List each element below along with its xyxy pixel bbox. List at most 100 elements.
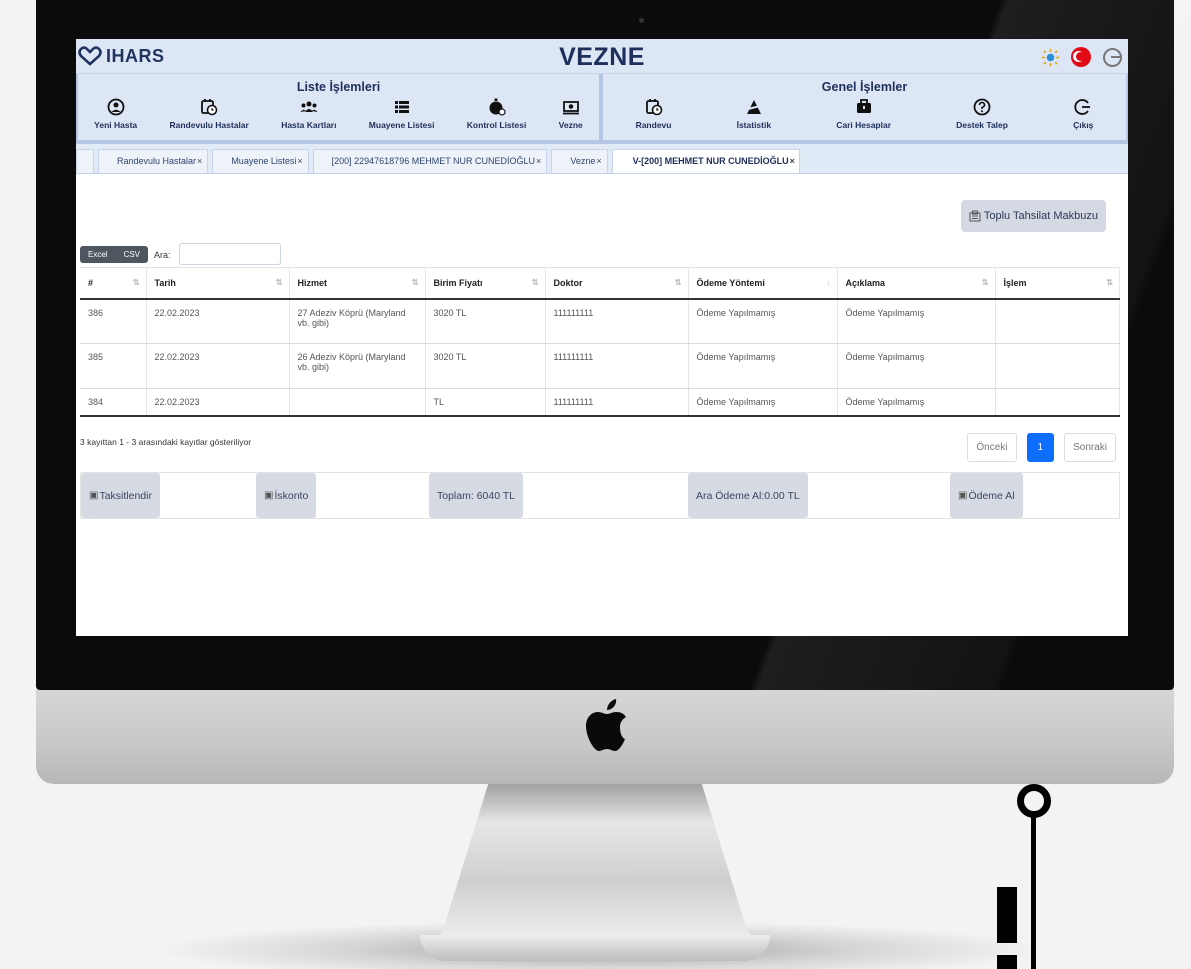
table-cell (289, 388, 426, 417)
tab-label: Randevulu Hastalar (117, 156, 197, 166)
column-header[interactable]: Tarih ⇅ (146, 267, 290, 300)
page-title: VEZNE (559, 43, 645, 71)
menu-item-label: İstatistik (736, 120, 772, 130)
search-input[interactable] (179, 243, 281, 265)
calendar-clock-icon (201, 99, 218, 116)
table-cell: 111111111 (545, 388, 689, 417)
table-info: 3 kayıttan 1 - 3 arasındaki kayıtlar gös… (80, 437, 252, 447)
tab-bar: Randevulu Hastalar× Muayene Listesi× [20… (76, 144, 1128, 174)
column-header[interactable]: Ödeme Yöntemi ↓ (688, 267, 838, 300)
table-cell: Ödeme Yapılmamış (837, 343, 996, 389)
menu-item-destek-talep[interactable]: Destek Talep (956, 98, 1008, 130)
question-icon (973, 98, 991, 116)
menu-item-vezne[interactable]: Vezne (559, 98, 583, 130)
prev-page-button[interactable]: Önceki (967, 433, 1017, 462)
sort-icon: ⇅ (411, 278, 419, 287)
logout-icon (1074, 99, 1091, 115)
tab-label: [200] 22947618796 MEHMET NUR CUNEDİOĞLU (331, 156, 536, 166)
sort-icon: ⇅ (674, 278, 682, 287)
table-cell: 22.02.2023 (146, 298, 290, 344)
tab-muayene-listesi[interactable]: Muayene Listesi× (212, 149, 309, 173)
table-cell: 385 (80, 343, 147, 389)
decor-line (1031, 808, 1036, 969)
receipt-icon: ▣ (958, 490, 968, 501)
close-icon[interactable]: × (536, 156, 541, 166)
sort-icon: ⇅ (132, 278, 140, 287)
menu-item-muayene-listesi[interactable]: Muayene Listesi (369, 98, 434, 130)
list-icon (394, 101, 409, 113)
close-icon[interactable]: × (297, 156, 302, 166)
menu-bar: Liste İşlemleri Yeni Hasta Randevulu Has… (76, 74, 1128, 144)
tab-label: V-[200] MEHMET NUR CUNEDİOĞLU (632, 156, 789, 166)
table-row[interactable]: 385 22.02.2023 26 Adeziv Köprü (Maryland… (80, 343, 1120, 389)
column-header-label: Tarih (154, 277, 176, 288)
menu-item-kontrol-listesi[interactable]: Kontrol Listesi (467, 98, 526, 130)
table-cell: 386 (80, 298, 147, 344)
table-cell: Ödeme Yapılmamış (837, 298, 996, 344)
menu-item-randevulu-hastalar[interactable]: Randevulu Hastalar (169, 98, 249, 130)
toplam-label: Toplam: 6040 TL (437, 489, 516, 502)
iskonto-button[interactable]: ▣ İskonto (256, 473, 317, 518)
tab-patient-record[interactable]: [200] 22947618796 MEHMET NUR CUNEDİOĞLU× (312, 149, 548, 173)
table-cell: 27 Adeziv Köprü (Maryland vb. gibi) (289, 298, 426, 344)
column-header[interactable]: Hizmet ⇅ (289, 267, 426, 300)
menu-item-label: Hasta Kartları (281, 120, 337, 130)
menu-item-cikis[interactable]: Çıkış (1073, 98, 1093, 130)
top-icons (1042, 47, 1122, 67)
app-logo[interactable]: IHARS (78, 46, 165, 67)
close-icon[interactable]: × (596, 156, 601, 166)
menu-group-title: Genel İşlemler (821, 80, 908, 94)
ara-odeme-button[interactable]: Ara Ödeme Al:0.00 TL (688, 473, 808, 518)
column-header[interactable]: İşlem ⇅ (995, 267, 1120, 300)
menu-item-randevu[interactable]: Randevu (636, 98, 671, 130)
payments-table: # ⇅ Tarih ⇅ Hizmet ⇅ Birim Fiyatı ⇅ Doktor ⇅ … (80, 267, 1120, 417)
menu-item-hasta-kartlari[interactable]: Hasta Kartları (281, 98, 336, 130)
table-cell (995, 298, 1120, 344)
close-icon[interactable]: × (790, 156, 795, 166)
toplu-tahsilat-button[interactable]: Toplu Tahsilat Makbuzu (960, 200, 1106, 232)
menu-group-liste: Liste İşlemleri Yeni Hasta Randevulu Has… (76, 74, 601, 142)
apple-logo-icon (586, 699, 626, 751)
menu-item-cari-hesaplar[interactable]: Cari Hesaplar (836, 98, 891, 130)
odeme-al-label: Ödeme Al (968, 489, 1015, 502)
top-bar: IHARS VEZNE (76, 39, 1128, 74)
logout-icon[interactable] (1103, 47, 1122, 67)
ara-odeme-label: Ara Ödeme Al:0.00 TL (696, 489, 800, 502)
sort-icon: ⇅ (1106, 278, 1113, 287)
menu-item-label: Vezne (558, 120, 583, 130)
tab-vezne[interactable]: Vezne× (551, 149, 608, 173)
table-cell: 384 (80, 388, 147, 417)
column-header[interactable]: Açıklama ⇅ (837, 267, 996, 300)
theme-sun-icon[interactable] (1042, 48, 1059, 66)
column-header-label: İşlem (1003, 277, 1027, 288)
taksitlendir-button[interactable]: ▣ Taksitlendir (81, 473, 160, 518)
column-header[interactable]: Birim Fiyatı ⇅ (425, 267, 546, 300)
odeme-al-button[interactable]: ▣ Ödeme Al (950, 473, 1023, 518)
table-cell: 3020 TL (425, 298, 546, 344)
csv-export-button[interactable]: CSV (115, 246, 149, 263)
table-cell: 3020 TL (425, 343, 546, 389)
current-page-button[interactable]: 1 (1026, 433, 1055, 462)
sort-icon: ⇅ (275, 278, 283, 287)
decor-dot (997, 955, 1017, 969)
stopwatch-icon (489, 98, 506, 116)
column-header[interactable]: Doktor ⇅ (545, 267, 689, 300)
users-icon (300, 101, 318, 112)
calendar-clock-icon (645, 99, 662, 116)
receipt-icon: ▣ (264, 490, 274, 501)
tab-vezne-patient[interactable]: V-[200] MEHMET NUR CUNEDİOĞLU× (611, 149, 800, 173)
excel-export-button[interactable]: Excel (80, 246, 116, 263)
turkish-flag-icon[interactable] (1071, 47, 1091, 67)
receipt-icon: ▣ (89, 490, 99, 501)
close-icon[interactable]: × (197, 156, 202, 166)
menu-item-yeni-hasta[interactable]: Yeni Hasta (94, 98, 137, 130)
table-header-row: # ⇅ Tarih ⇅ Hizmet ⇅ Birim Fiyatı ⇅ Doktor ⇅ … (80, 267, 1120, 300)
menu-item-istatistik[interactable]: İstatistik (736, 98, 772, 130)
table-row[interactable]: 384 22.02.2023 TL 111111111 Ödeme Yapılm… (80, 388, 1120, 417)
monitor-stand-base (420, 935, 770, 961)
tab-hidden[interactable] (76, 149, 94, 173)
table-row[interactable]: 386 22.02.2023 27 Adeziv Köprü (Maryland… (80, 298, 1120, 344)
next-page-button[interactable]: Sonraki (1064, 433, 1116, 462)
tab-randevulu-hastalar[interactable]: Randevulu Hastalar× (98, 149, 209, 173)
column-header[interactable]: # ⇅ (80, 267, 147, 300)
